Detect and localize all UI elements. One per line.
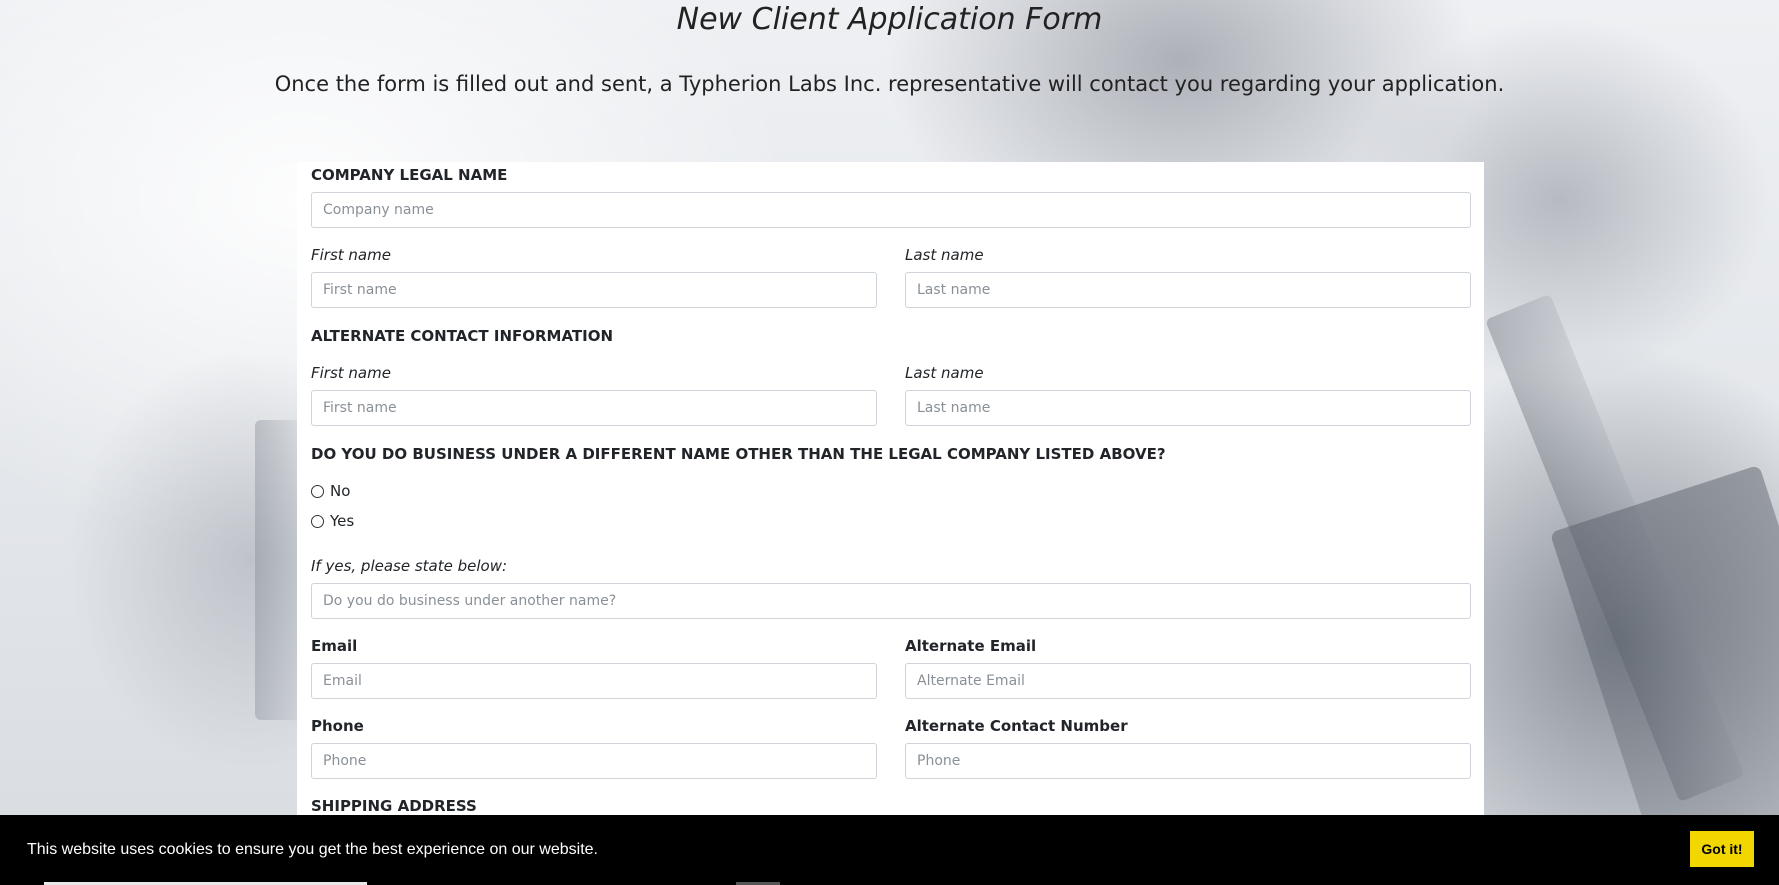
first-name-input[interactable] — [311, 272, 877, 308]
alternate-first-name-label: First name — [311, 364, 391, 382]
company-name-input[interactable] — [311, 192, 1471, 228]
last-name-input[interactable] — [905, 272, 1471, 308]
email-input[interactable] — [311, 663, 877, 699]
alternate-last-name-input[interactable] — [905, 390, 1471, 426]
alternate-email-input[interactable] — [905, 663, 1471, 699]
shipping-address-label: SHIPPING ADDRESS — [311, 797, 477, 815]
page-title: New Client Application Form — [676, 2, 1103, 37]
first-name-label: First name — [311, 246, 391, 264]
page-subtitle: Once the form is filled out and sent, a … — [274, 72, 1505, 96]
cookie-accept-button[interactable]: Got it! — [1690, 831, 1754, 867]
dba-option-no-label: No — [330, 482, 351, 500]
phone-input[interactable] — [311, 743, 877, 779]
dba-if-yes-label: If yes, please state below: — [311, 557, 508, 575]
cookie-message: This website uses cookies to ensure you … — [27, 841, 598, 858]
alternate-contact-number-label: Alternate Contact Number — [905, 717, 1128, 735]
alternate-last-name-label: Last name — [905, 364, 984, 382]
dba-name-input[interactable] — [311, 583, 1471, 619]
alternate-first-name-input[interactable] — [311, 390, 877, 426]
dba-question-label: DO YOU DO BUSINESS UNDER A DIFFERENT NAM… — [311, 445, 1166, 463]
radio-button-icon[interactable] — [311, 514, 324, 528]
dba-option-yes[interactable]: Yes — [311, 512, 354, 530]
background-decoration — [255, 420, 300, 720]
alternate-contact-label: ALTERNATE CONTACT INFORMATION — [311, 327, 614, 345]
last-name-label: Last name — [905, 246, 984, 264]
phone-label: Phone — [311, 717, 364, 735]
alternate-email-label: Alternate Email — [905, 637, 1037, 655]
cookie-banner: This website uses cookies to ensure you … — [0, 815, 1779, 885]
email-label: Email — [311, 637, 358, 655]
alternate-phone-input[interactable] — [905, 743, 1471, 779]
client-application-form: COMPANY LEGAL NAME First name Last name … — [297, 162, 1484, 885]
company-legal-name-label: COMPANY LEGAL NAME — [311, 166, 508, 184]
radio-button-icon[interactable] — [311, 484, 324, 498]
dba-option-yes-label: Yes — [330, 512, 355, 530]
dba-option-no[interactable]: No — [311, 482, 350, 500]
